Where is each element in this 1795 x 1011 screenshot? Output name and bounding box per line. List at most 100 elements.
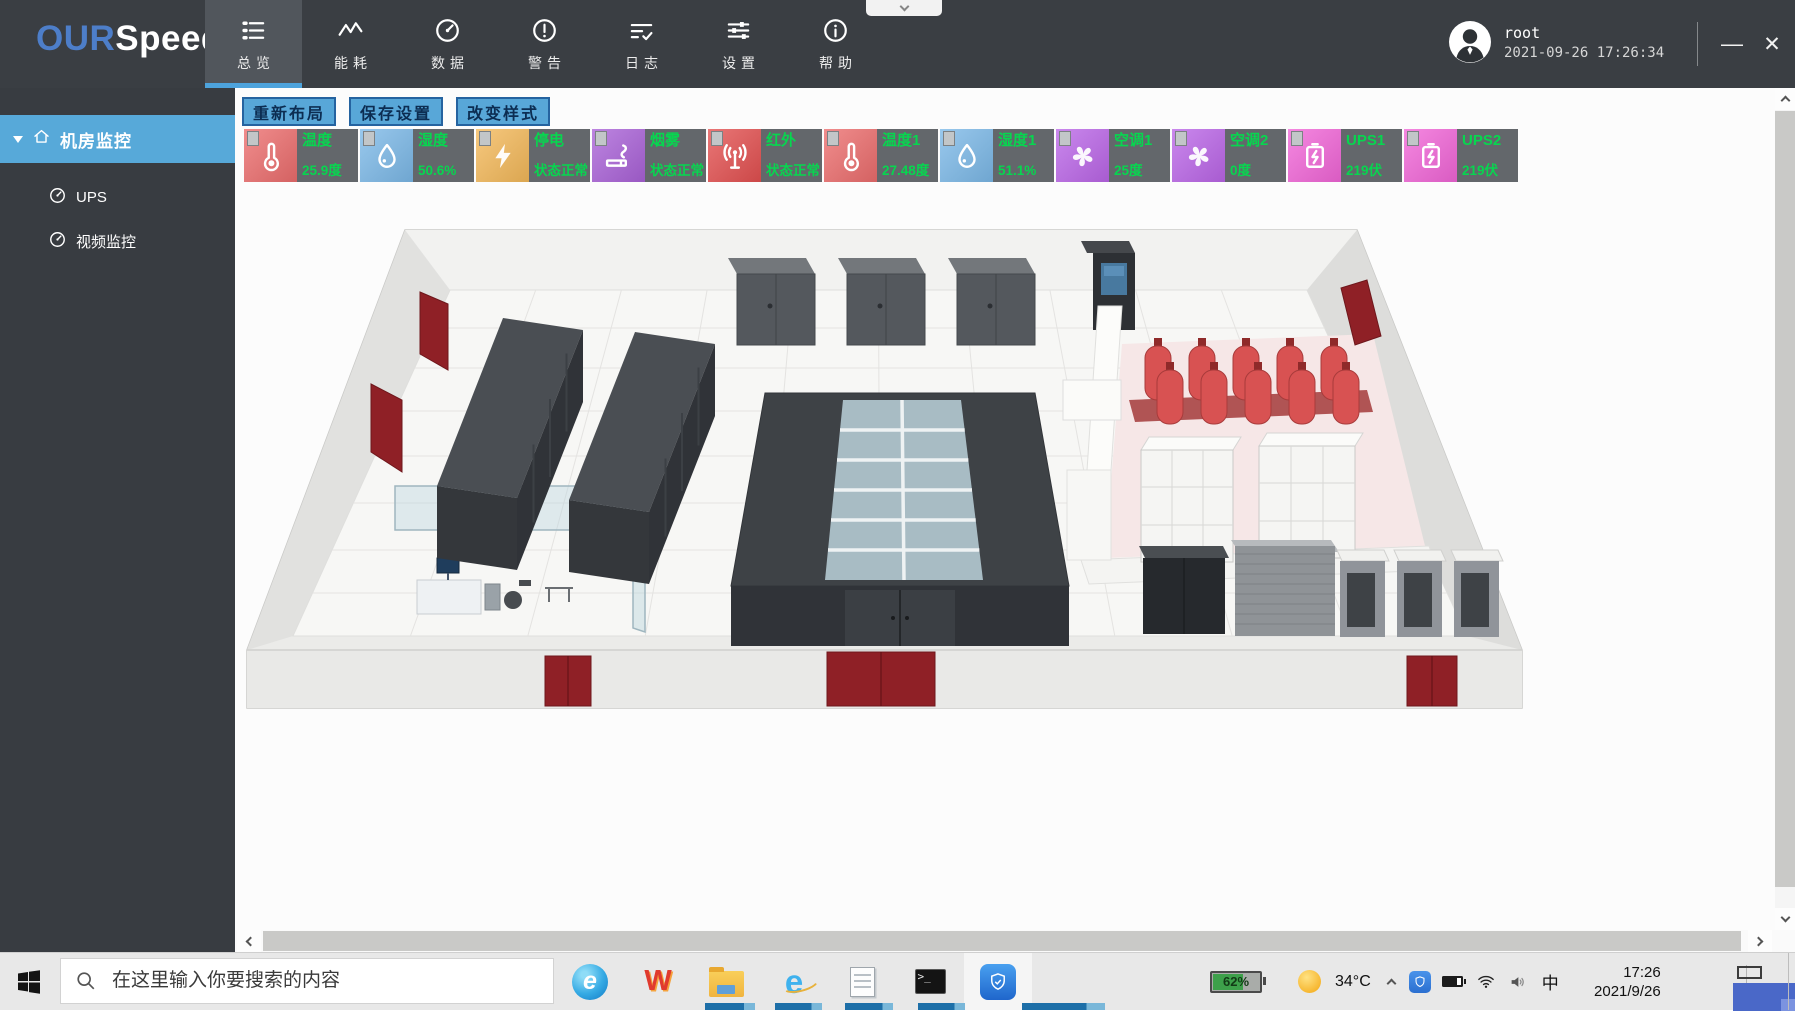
- save-settings-button[interactable]: 保存设置: [349, 97, 443, 126]
- wifi-tray-icon[interactable]: [1476, 973, 1496, 991]
- sensor-badge-humidity-1[interactable]: 湿度151.1%: [940, 129, 1054, 182]
- sliders-icon: [724, 16, 753, 45]
- taskbar-app-security-shield[interactable]: [964, 953, 1032, 1010]
- search-input[interactable]: [110, 969, 539, 993]
- horizontal-scrollbar-thumb[interactable]: [263, 931, 1741, 951]
- nav-tab-energy[interactable]: 能耗: [302, 0, 399, 88]
- expand-triangle-icon: [13, 136, 23, 143]
- sensor-badge-temperature-1[interactable]: 温度127.48度: [824, 129, 938, 182]
- taskbar-apps: eWe>_: [556, 953, 1032, 1010]
- change-style-button[interactable]: 改变样式: [456, 97, 550, 126]
- fan-icon: [1056, 129, 1109, 182]
- droplet-icon: [360, 129, 413, 182]
- sensor-badge-air-conditioner-2[interactable]: 空调20度: [1172, 129, 1286, 182]
- taskbar-app-wps[interactable]: W: [624, 953, 692, 1010]
- sensor-badge-smoke[interactable]: 烟雾状态正常: [592, 129, 706, 182]
- speaker-icon: [1508, 973, 1528, 991]
- taskbar-app-notepad[interactable]: [828, 953, 896, 1010]
- wps-icon: W: [644, 965, 671, 998]
- sidebar: 机房监控 UPS 视频监控: [0, 88, 235, 952]
- system-tray: 62% 34°C 中 17:26 2021/9/26: [1210, 953, 1661, 1010]
- fan-icon: [1172, 129, 1225, 182]
- sidebar-item-ups[interactable]: UPS: [0, 175, 235, 219]
- collapse-panel-button[interactable]: [866, 0, 942, 16]
- tray-overflow-button[interactable]: [1388, 980, 1395, 984]
- ac-cabinets: [728, 258, 1035, 345]
- nav-tab-label: 设置: [717, 53, 760, 73]
- taskbar-search: [60, 958, 554, 1004]
- sensor-label: 停电: [534, 133, 587, 148]
- sensor-badge-power-outage[interactable]: 停电状态正常: [476, 129, 590, 182]
- terminal-icon: >_: [915, 969, 946, 994]
- sensor-info-panel: 湿度50.6%: [413, 129, 474, 182]
- scroll-down-button[interactable]: [1775, 908, 1795, 930]
- chevron-up-icon: [1780, 96, 1790, 106]
- close-button[interactable]: ✕: [1754, 24, 1790, 64]
- taskbar-app-edge[interactable]: e: [556, 953, 624, 1010]
- notepad-icon: [850, 967, 875, 997]
- taskbar-clock[interactable]: 17:26 2021/9/26: [1575, 964, 1661, 1000]
- nav-tab-log[interactable]: 日志: [593, 0, 690, 88]
- sensor-info-panel: UPS2219伏: [1457, 129, 1518, 182]
- relayout-button[interactable]: 重新布局: [242, 97, 336, 126]
- sidebar-item-room-monitoring[interactable]: 机房监控: [0, 115, 235, 163]
- running-indicator: [1022, 1003, 1105, 1010]
- chevron-up-icon: [1386, 978, 1396, 988]
- bolt-icon: [476, 129, 529, 182]
- log-icon: [627, 16, 656, 45]
- sensor-badge-ups-1[interactable]: UPS1219伏: [1288, 129, 1402, 182]
- nav-tab-data[interactable]: 数据: [399, 0, 496, 88]
- running-indicator: [775, 1003, 822, 1010]
- minimize-button[interactable]: —: [1714, 24, 1750, 64]
- sensor-info-panel: 空调20度: [1225, 129, 1286, 182]
- sensor-value: 219伏: [1346, 164, 1399, 178]
- taskbar-app-terminal[interactable]: >_: [896, 953, 964, 1010]
- nav-tab-overview[interactable]: 总览: [205, 0, 302, 88]
- sensor-value: 0度: [1230, 164, 1283, 178]
- room-3d-view[interactable]: [245, 228, 1745, 848]
- wifi-icon: [1476, 973, 1496, 991]
- nav-tab-alert[interactable]: 警告: [496, 0, 593, 88]
- sensor-info-panel: UPS1219伏: [1341, 129, 1402, 182]
- badge-corner-tag: [479, 131, 491, 146]
- clock-time: 17:26: [1623, 964, 1661, 981]
- security-tray-icon[interactable]: [1409, 971, 1431, 993]
- weather-temperature[interactable]: 34°C: [1335, 973, 1371, 991]
- search-icon: [75, 970, 97, 992]
- sensor-value: 状态正常: [650, 164, 703, 178]
- battery-tray-icon[interactable]: [1442, 976, 1463, 987]
- badge-corner-tag: [1407, 131, 1419, 146]
- chevron-down-icon: [899, 2, 909, 12]
- taskbar-app-file-explorer[interactable]: [692, 953, 760, 1010]
- scroll-right-button[interactable]: [1748, 930, 1772, 952]
- vertical-scrollbar-thumb[interactable]: [1775, 111, 1795, 887]
- sensor-badge-infrared[interactable]: 红外状态正常: [708, 129, 822, 182]
- volume-tray-icon[interactable]: [1508, 973, 1528, 991]
- weather-sun-icon[interactable]: [1298, 970, 1321, 993]
- sensor-value: 50.6%: [418, 164, 471, 178]
- gauge-icon: [48, 186, 67, 209]
- gauge-icon: [48, 230, 67, 253]
- user-account[interactable]: root 2021-09-26 17:26:34: [1447, 19, 1664, 65]
- nav-tab-label: 警告: [523, 53, 566, 73]
- sensor-badge-air-conditioner-1[interactable]: 空调125度: [1056, 129, 1170, 182]
- scroll-left-button[interactable]: [237, 930, 261, 952]
- battery-level-widget[interactable]: 62%: [1210, 971, 1262, 993]
- info-icon: [821, 16, 850, 45]
- battery-segment: [1457, 978, 1461, 985]
- sensor-badge-humidity[interactable]: 湿度50.6%: [360, 129, 474, 182]
- ime-indicator[interactable]: 中: [1542, 969, 1559, 994]
- start-button[interactable]: [0, 953, 58, 1010]
- scroll-up-button[interactable]: [1775, 88, 1795, 110]
- windows-taskbar: eWe>_ 62% 34°C 中 17:26 2021/9/26: [0, 952, 1795, 1010]
- chevron-down-icon: [1780, 913, 1790, 923]
- taskbar-app-internet-explorer[interactable]: e: [760, 953, 828, 1010]
- sensor-badge-temperature[interactable]: 温度25.9度: [244, 129, 358, 182]
- sensor-badge-ups-2[interactable]: UPS2219伏: [1404, 129, 1518, 182]
- sidebar-item-label: UPS: [76, 189, 107, 206]
- smoke-icon: [592, 129, 645, 182]
- sidebar-item-video-monitoring[interactable]: 视频监控: [0, 219, 235, 263]
- sensor-label: 温度: [302, 133, 355, 148]
- nav-tab-settings[interactable]: 设置: [690, 0, 787, 88]
- show-desktop-button[interactable]: [1788, 953, 1795, 1010]
